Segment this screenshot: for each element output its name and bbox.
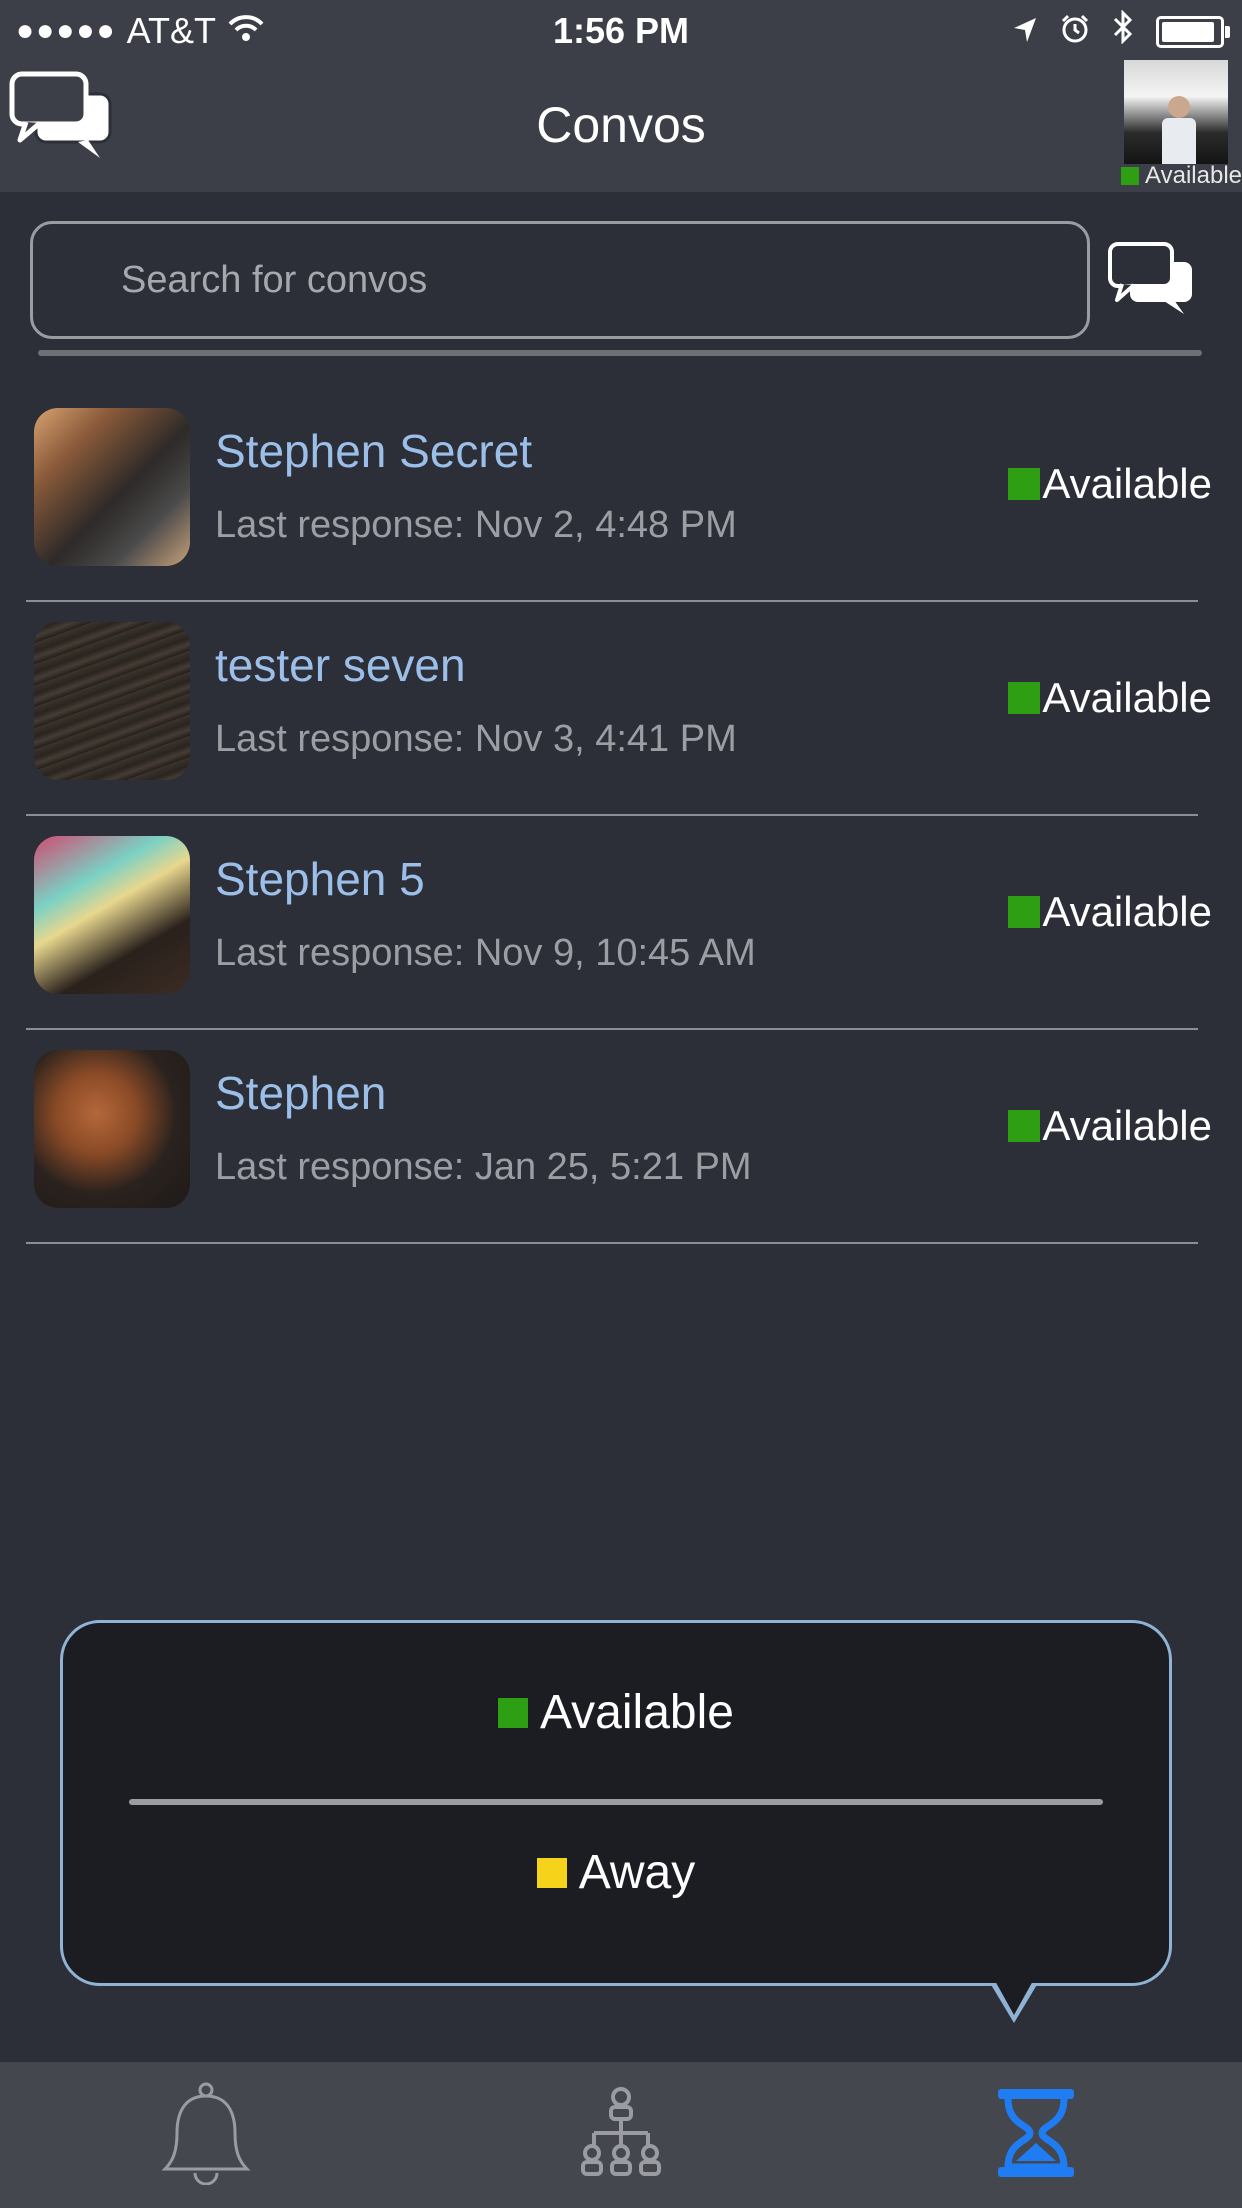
hourglass-icon bbox=[994, 2085, 1078, 2186]
popover-tail bbox=[990, 1979, 1038, 2023]
list-item[interactable]: tester seven Last response: Nov 3, 4:41 … bbox=[26, 602, 1212, 816]
top-bar: ●●●●● AT&T 1:56 PM Convos Available bbox=[0, 0, 1242, 192]
status-indicator-icon bbox=[1008, 1110, 1041, 1142]
bell-icon bbox=[159, 2081, 253, 2190]
alarm-icon bbox=[1060, 11, 1090, 53]
tab-status[interactable] bbox=[966, 2062, 1106, 2208]
status-label: Available bbox=[1042, 888, 1212, 935]
status-label: Available bbox=[1042, 1102, 1212, 1149]
status-bar: ●●●●● AT&T 1:56 PM bbox=[0, 0, 1242, 60]
status-badge: Available bbox=[1008, 674, 1212, 722]
tab-notifications[interactable] bbox=[136, 2062, 276, 2208]
new-convo-icon[interactable] bbox=[1104, 238, 1198, 320]
status-option-label: Away bbox=[578, 1846, 696, 1899]
tab-bar bbox=[0, 2062, 1242, 2208]
status-label: Available bbox=[1042, 674, 1212, 721]
search-divider bbox=[38, 350, 1202, 356]
convo-thumbnail bbox=[34, 1050, 190, 1208]
away-indicator-icon bbox=[536, 1857, 567, 1888]
row-divider bbox=[26, 1242, 1198, 1244]
convo-name: Stephen Secret bbox=[215, 425, 533, 477]
page-title: Convos bbox=[536, 97, 706, 153]
avatar[interactable] bbox=[1124, 60, 1228, 164]
list-item[interactable]: Stephen Secret Last response: Nov 2, 4:4… bbox=[26, 388, 1212, 602]
popover-divider bbox=[129, 1799, 1103, 1805]
status-badge: Available bbox=[1008, 460, 1212, 508]
convo-last-response: Last response: Jan 25, 5:21 PM bbox=[215, 1146, 752, 1188]
bluetooth-icon bbox=[1112, 9, 1134, 53]
status-option-label: Available bbox=[540, 1686, 734, 1739]
search-input[interactable] bbox=[33, 224, 1087, 336]
status-option-away[interactable]: Away bbox=[63, 1845, 1169, 1900]
convo-thumbnail bbox=[34, 836, 190, 994]
convo-name: Stephen bbox=[215, 1067, 387, 1119]
status-option-available[interactable]: Available bbox=[63, 1685, 1169, 1740]
convo-thumbnail bbox=[34, 408, 190, 566]
available-indicator-icon bbox=[498, 1697, 529, 1728]
convo-last-response: Last response: Nov 2, 4:48 PM bbox=[215, 504, 737, 546]
status-popover: Available Away bbox=[60, 1620, 1172, 1986]
convo-name: tester seven bbox=[215, 639, 466, 691]
status-badge: Available bbox=[1008, 1102, 1212, 1150]
list-item[interactable]: Stephen 5 Last response: Nov 9, 10:45 AM… bbox=[26, 816, 1212, 1030]
status-indicator-icon bbox=[1121, 167, 1140, 185]
status-indicator-icon bbox=[1008, 682, 1041, 714]
status-badge: Available bbox=[1008, 888, 1212, 936]
user-status-label: Available bbox=[1145, 162, 1242, 189]
network-icon bbox=[578, 2085, 664, 2186]
convo-last-response: Last response: Nov 3, 4:41 PM bbox=[215, 718, 737, 760]
status-indicator-icon bbox=[1008, 468, 1041, 500]
status-indicator-icon bbox=[1008, 896, 1041, 928]
location-icon bbox=[1012, 11, 1038, 53]
convo-name: Stephen 5 bbox=[215, 853, 425, 905]
tab-network[interactable] bbox=[551, 2062, 691, 2208]
search-box[interactable] bbox=[30, 221, 1090, 339]
status-label: Available bbox=[1042, 460, 1212, 507]
battery-icon bbox=[1156, 15, 1230, 48]
list-item[interactable]: Stephen Last response: Jan 25, 5:21 PM A… bbox=[26, 1030, 1212, 1244]
user-status-badge[interactable]: Available bbox=[1121, 162, 1242, 190]
convo-last-response: Last response: Nov 9, 10:45 AM bbox=[215, 932, 756, 974]
convo-thumbnail bbox=[34, 622, 190, 780]
